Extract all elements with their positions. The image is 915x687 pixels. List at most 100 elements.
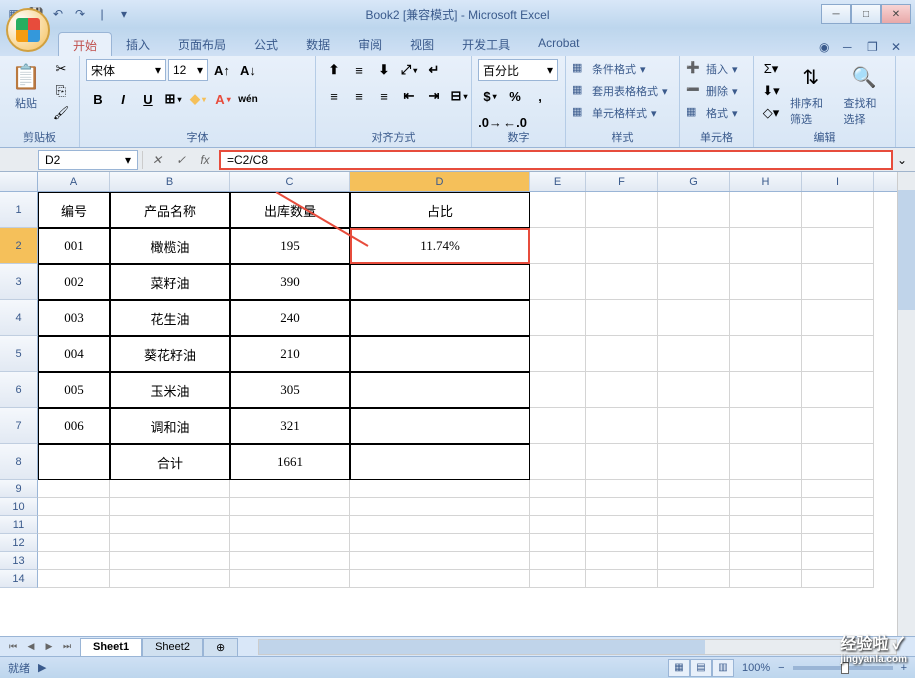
cell-I5[interactable] — [802, 336, 874, 372]
cell-D2[interactable]: 11.74% — [350, 228, 530, 264]
cell-I10[interactable] — [802, 498, 874, 516]
cell-F14[interactable] — [586, 570, 658, 588]
cell-G9[interactable] — [658, 480, 730, 498]
cell-E6[interactable] — [530, 372, 586, 408]
name-box[interactable]: D2▾ — [38, 150, 138, 170]
find-select-button[interactable]: 🔍 查找和选择 — [840, 59, 890, 129]
doc-restore-icon[interactable]: ❐ — [867, 40, 883, 56]
expand-formula-icon[interactable]: ⌄ — [893, 151, 911, 169]
cell-E7[interactable] — [530, 408, 586, 444]
sheet-tab-2[interactable]: Sheet2 — [142, 638, 203, 656]
align-center-icon[interactable]: ≡ — [347, 85, 371, 107]
cell-G1[interactable] — [658, 192, 730, 228]
col-header-F[interactable]: F — [586, 172, 658, 191]
cell-B8[interactable]: 合计 — [110, 444, 230, 480]
normal-view-icon[interactable]: ▦ — [668, 659, 690, 677]
row-header-14[interactable]: 14 — [0, 570, 38, 588]
cell-D1[interactable]: 占比 — [350, 192, 530, 228]
cell-A12[interactable] — [38, 534, 110, 552]
tab-formulas[interactable]: 公式 — [240, 32, 292, 56]
sheet-prev-icon[interactable]: ◀ — [22, 639, 40, 655]
cell-E9[interactable] — [530, 480, 586, 498]
cell-B9[interactable] — [110, 480, 230, 498]
select-all-button[interactable] — [0, 172, 38, 192]
comma-icon[interactable]: , — [528, 85, 552, 107]
cell-G10[interactable] — [658, 498, 730, 516]
cell-E11[interactable] — [530, 516, 586, 534]
cell-C14[interactable] — [230, 570, 350, 588]
fill-color-button[interactable]: ◆ — [186, 88, 210, 110]
cell-A1[interactable]: 编号 — [38, 192, 110, 228]
cell-H8[interactable] — [730, 444, 802, 480]
cell-C11[interactable] — [230, 516, 350, 534]
cell-E5[interactable] — [530, 336, 586, 372]
cell-A6[interactable]: 005 — [38, 372, 110, 408]
col-header-I[interactable]: I — [802, 172, 874, 191]
col-header-D[interactable]: D — [350, 172, 530, 191]
cell-I1[interactable] — [802, 192, 874, 228]
row-header-13[interactable]: 13 — [0, 552, 38, 570]
cell-F8[interactable] — [586, 444, 658, 480]
cell-G13[interactable] — [658, 552, 730, 570]
cell-E8[interactable] — [530, 444, 586, 480]
cell-F12[interactable] — [586, 534, 658, 552]
cell-A3[interactable]: 002 — [38, 264, 110, 300]
conditional-format-button[interactable]: ▦条件格式 ▾ — [572, 59, 646, 79]
align-right-icon[interactable]: ≡ — [372, 85, 396, 107]
cell-G8[interactable] — [658, 444, 730, 480]
delete-cells-button[interactable]: ➖删除 ▾ — [686, 81, 738, 101]
cell-I14[interactable] — [802, 570, 874, 588]
cell-styles-button[interactable]: ▦单元格样式 ▾ — [572, 103, 657, 123]
cell-G6[interactable] — [658, 372, 730, 408]
merge-icon[interactable]: ⊟ — [447, 85, 471, 107]
row-header-7[interactable]: 7 — [0, 408, 38, 444]
cell-D5[interactable] — [350, 336, 530, 372]
hscroll-thumb[interactable] — [259, 640, 705, 654]
cell-H2[interactable] — [730, 228, 802, 264]
fill-icon[interactable]: ⬇▾ — [760, 81, 782, 101]
format-painter-icon[interactable]: 🖌 — [50, 103, 72, 123]
cells-area[interactable]: 编号产品名称出库数量占比001橄榄油19511.74%002菜籽油390003花… — [38, 192, 874, 588]
cell-E3[interactable] — [530, 264, 586, 300]
cell-A11[interactable] — [38, 516, 110, 534]
cell-D4[interactable] — [350, 300, 530, 336]
cell-C1[interactable]: 出库数量 — [230, 192, 350, 228]
cell-I6[interactable] — [802, 372, 874, 408]
cell-C2[interactable]: 195 — [230, 228, 350, 264]
office-button[interactable] — [6, 8, 50, 52]
cell-G5[interactable] — [658, 336, 730, 372]
cell-H3[interactable] — [730, 264, 802, 300]
number-format-combo[interactable]: 百分比▾ — [478, 59, 558, 81]
cell-F10[interactable] — [586, 498, 658, 516]
page-break-view-icon[interactable]: ▥ — [712, 659, 734, 677]
cell-D7[interactable] — [350, 408, 530, 444]
cell-D9[interactable] — [350, 480, 530, 498]
cell-G7[interactable] — [658, 408, 730, 444]
cell-F4[interactable] — [586, 300, 658, 336]
copy-icon[interactable]: ⎘ — [50, 81, 72, 101]
cell-H7[interactable] — [730, 408, 802, 444]
autosum-icon[interactable]: Σ▾ — [760, 59, 782, 79]
cell-C6[interactable]: 305 — [230, 372, 350, 408]
font-size-combo[interactable]: 12▾ — [168, 59, 208, 81]
cell-F1[interactable] — [586, 192, 658, 228]
cell-A9[interactable] — [38, 480, 110, 498]
row-header-3[interactable]: 3 — [0, 264, 38, 300]
cell-C9[interactable] — [230, 480, 350, 498]
redo-icon[interactable]: ↷ — [70, 4, 90, 24]
cell-G11[interactable] — [658, 516, 730, 534]
cell-B10[interactable] — [110, 498, 230, 516]
underline-button[interactable]: U — [136, 88, 160, 110]
cell-B13[interactable] — [110, 552, 230, 570]
sheet-first-icon[interactable]: ⏮ — [4, 639, 22, 655]
format-cells-button[interactable]: ▦格式 ▾ — [686, 103, 738, 123]
decrease-font-icon[interactable]: A↓ — [236, 59, 260, 81]
cell-C3[interactable]: 390 — [230, 264, 350, 300]
cell-G14[interactable] — [658, 570, 730, 588]
cell-B12[interactable] — [110, 534, 230, 552]
fx-icon[interactable]: fx — [195, 151, 215, 169]
tab-review[interactable]: 审阅 — [344, 32, 396, 56]
cell-E4[interactable] — [530, 300, 586, 336]
cell-G3[interactable] — [658, 264, 730, 300]
align-top-icon[interactable]: ⬆ — [322, 59, 346, 81]
